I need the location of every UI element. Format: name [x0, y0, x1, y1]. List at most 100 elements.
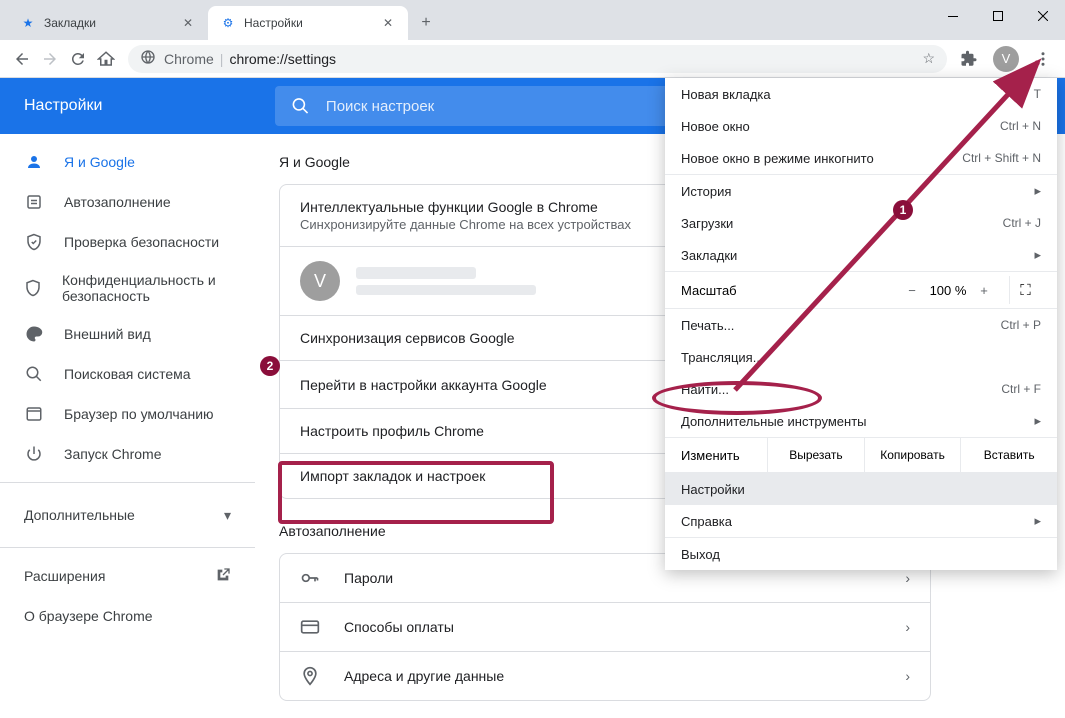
menu-cut[interactable]: Вырезать	[767, 438, 864, 472]
new-tab-button[interactable]: +	[412, 9, 440, 37]
sidebar-extensions[interactable]: Расширения	[0, 556, 255, 596]
settings-header: Настройки	[0, 78, 255, 134]
advanced-label: Дополнительные	[24, 507, 135, 523]
sidebar-item-autofill[interactable]: Автозаполнение	[0, 182, 255, 222]
fullscreen-button[interactable]: ⛶	[1009, 276, 1041, 304]
sidebar-item-safety[interactable]: Проверка безопасности	[0, 222, 255, 262]
home-button[interactable]	[92, 45, 120, 73]
menu-find[interactable]: Найти... Ctrl + F	[665, 373, 1057, 405]
extensions-label: Расширения	[24, 568, 105, 584]
sidebar-item-you-and-google[interactable]: Я и Google	[0, 142, 255, 182]
url-protocol: Chrome	[164, 51, 214, 67]
sidebar-item-startup[interactable]: Запуск Chrome	[0, 434, 255, 474]
row-text: Синхронизация сервисов Google	[300, 330, 515, 346]
profile-email-redacted	[356, 285, 536, 295]
site-info-icon[interactable]	[140, 49, 156, 68]
bookmark-favicon-icon: ★	[20, 15, 36, 31]
shield-icon	[24, 279, 42, 297]
row-text: Настроить профиль Chrome	[300, 423, 484, 439]
chevron-right-icon: ›	[905, 619, 910, 635]
menu-help[interactable]: Справка ▸	[665, 505, 1057, 537]
menu-settings[interactable]: Настройки	[665, 473, 1057, 505]
menu-more-tools[interactable]: Дополнительные инструменты ▸	[665, 405, 1057, 437]
chevron-right-icon: ▸	[1034, 183, 1041, 199]
menu-history[interactable]: История ▸	[665, 175, 1057, 207]
tab-settings[interactable]: ⚙ Настройки ✕	[208, 6, 408, 40]
maximize-button[interactable]	[975, 0, 1020, 32]
tab-label: Закладки	[44, 16, 96, 30]
sidebar-item-default-browser[interactable]: Браузер по умолчанию	[0, 394, 255, 434]
menu-edit-row: Изменить Вырезать Копировать Вставить	[665, 438, 1057, 472]
search-icon	[291, 96, 310, 116]
sidebar-item-privacy[interactable]: Конфиденциальность и безопасность	[0, 262, 255, 314]
annotation-badge-1: 1	[893, 200, 913, 220]
menu-copy[interactable]: Копировать	[864, 438, 961, 472]
row-text: Перейти в настройки аккаунта Google	[300, 377, 547, 393]
chevron-right-icon: ▸	[1034, 413, 1041, 429]
sidebar-item-search[interactable]: Поисковая система	[0, 354, 255, 394]
bookmark-star-icon[interactable]: ☆	[922, 50, 935, 67]
zoom-out-button[interactable]: −	[897, 283, 927, 298]
menu-new-tab[interactable]: Новая вкладка T	[665, 78, 1057, 110]
menu-downloads[interactable]: Загрузки Ctrl + J	[665, 207, 1057, 239]
chevron-right-icon: ›	[905, 668, 910, 684]
back-button[interactable]	[8, 45, 36, 73]
tab-strip: ★ Закладки ✕ ⚙ Настройки ✕ +	[0, 0, 1065, 40]
card-row-payment[interactable]: Способы оплаты ›	[280, 602, 930, 651]
zoom-in-button[interactable]: +	[969, 283, 999, 298]
tab-close-icon[interactable]: ✕	[180, 15, 196, 31]
settings-sidebar: Настройки Я и Google Автозаполнение Пров…	[0, 78, 255, 718]
chrome-menu-button[interactable]	[1029, 45, 1057, 73]
menu-exit[interactable]: Выход	[665, 538, 1057, 570]
menu-bookmarks[interactable]: Закладки ▸	[665, 239, 1057, 271]
row-text: Способы оплаты	[344, 619, 454, 635]
reload-button[interactable]	[64, 45, 92, 73]
sidebar-label: Браузер по умолчанию	[64, 406, 214, 422]
forward-button[interactable]	[36, 45, 64, 73]
profile-avatar[interactable]: V	[993, 46, 1019, 72]
sidebar-item-appearance[interactable]: Внешний вид	[0, 314, 255, 354]
close-button[interactable]	[1020, 0, 1065, 32]
autofill-icon	[24, 193, 44, 211]
chevron-right-icon: ▸	[1034, 513, 1041, 529]
row-text: Пароли	[344, 570, 393, 586]
search-icon	[24, 365, 44, 383]
menu-new-window[interactable]: Новое окно Ctrl + N	[665, 110, 1057, 142]
tab-close-icon[interactable]: ✕	[380, 15, 396, 31]
location-icon	[300, 666, 320, 686]
sidebar-about[interactable]: О браузере Chrome	[0, 596, 255, 636]
credit-card-icon	[300, 617, 320, 637]
profile-avatar-large: V	[300, 261, 340, 301]
chevron-right-icon: ▸	[1034, 247, 1041, 263]
about-label: О браузере Chrome	[24, 608, 153, 624]
minimize-button[interactable]	[930, 0, 975, 32]
external-link-icon	[215, 567, 231, 586]
url-text: chrome://settings	[229, 51, 336, 67]
profile-name-redacted	[356, 267, 476, 279]
sidebar-label: Запуск Chrome	[64, 446, 161, 462]
card-row-addresses[interactable]: Адреса и другие данные ›	[280, 651, 930, 700]
card-autofill: Пароли › Способы оплаты › Адреса и други…	[279, 553, 931, 701]
menu-incognito[interactable]: Новое окно в режиме инкогнито Ctrl + Shi…	[665, 142, 1057, 174]
sidebar-label: Поисковая система	[64, 366, 191, 382]
sidebar-advanced[interactable]: Дополнительные ▾	[0, 491, 255, 539]
row-text: Адреса и другие данные	[344, 668, 504, 684]
browser-toolbar: Chrome | chrome://settings ☆ V	[0, 40, 1065, 78]
sidebar-label: Проверка безопасности	[64, 234, 219, 250]
sidebar-label: Автозаполнение	[64, 194, 171, 210]
window-controls	[930, 0, 1065, 32]
power-icon	[24, 445, 44, 463]
tab-label: Настройки	[244, 16, 303, 30]
chevron-down-icon: ▾	[224, 507, 231, 524]
palette-icon	[24, 325, 44, 343]
row-text: Импорт закладок и настроек	[300, 468, 485, 484]
menu-cast[interactable]: Трансляция...	[665, 341, 1057, 373]
sidebar-label: Конфиденциальность и безопасность	[62, 272, 231, 304]
settings-favicon-icon: ⚙	[220, 15, 236, 31]
address-bar[interactable]: Chrome | chrome://settings ☆	[128, 45, 947, 73]
menu-print[interactable]: Печать... Ctrl + P	[665, 309, 1057, 341]
extensions-icon[interactable]	[955, 45, 983, 73]
menu-paste[interactable]: Вставить	[960, 438, 1057, 472]
person-icon	[24, 153, 44, 171]
tab-bookmarks[interactable]: ★ Закладки ✕	[8, 6, 208, 40]
